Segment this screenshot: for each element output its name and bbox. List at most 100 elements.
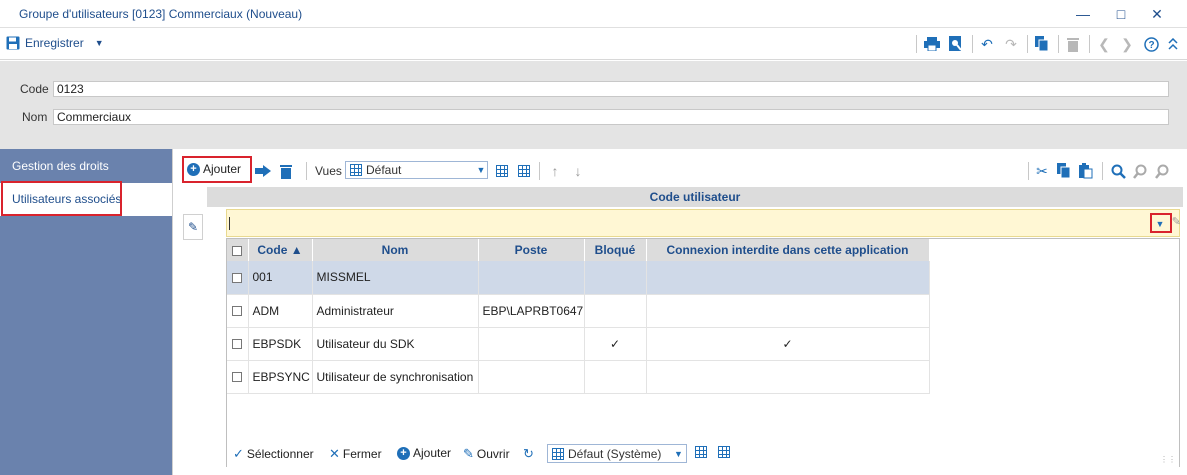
search-next-icon[interactable] bbox=[1153, 162, 1171, 180]
open-button[interactable]: ✎ Ouvrir bbox=[463, 446, 510, 462]
column-header-connexion-interdite[interactable]: Connexion interdite dans cette applicati… bbox=[646, 239, 930, 261]
cell-nom: MISSMEL bbox=[312, 261, 479, 295]
row-checkbox[interactable] bbox=[232, 339, 243, 350]
table-row[interactable]: EBPSYNC Utilisateur de synchronisation bbox=[227, 360, 930, 394]
separator bbox=[1102, 162, 1103, 180]
popup-add-button[interactable]: + Ajouter bbox=[397, 446, 451, 460]
pencil-icon: ✎ bbox=[463, 446, 474, 461]
highlight-frame bbox=[1, 181, 122, 216]
column-code-label: Code bbox=[257, 243, 288, 257]
separator bbox=[1028, 162, 1029, 180]
code-field[interactable]: 0123 bbox=[53, 81, 1169, 97]
cell-bloque bbox=[584, 360, 647, 394]
table-row[interactable]: 001 MISSMEL bbox=[227, 261, 930, 295]
redo-icon[interactable]: ↷ bbox=[1003, 36, 1019, 52]
select-button[interactable]: ✓ Sélectionner bbox=[233, 446, 314, 462]
column-header-code-utilisateur[interactable]: Code utilisateur bbox=[207, 187, 1183, 207]
cell-connexion bbox=[646, 261, 930, 295]
table-layout-icon[interactable] bbox=[515, 162, 533, 180]
cell-code: 001 bbox=[248, 261, 313, 295]
views-select[interactable]: Défaut ▼ bbox=[345, 161, 488, 179]
column-header-nom[interactable]: Nom bbox=[312, 239, 479, 261]
highlight-frame bbox=[1150, 213, 1172, 233]
row-checkbox[interactable] bbox=[232, 306, 243, 317]
row-checkbox[interactable] bbox=[232, 273, 243, 284]
scissors-icon[interactable]: ✂ bbox=[1033, 162, 1051, 180]
save-label: Enregistrer bbox=[25, 36, 84, 50]
refresh-button[interactable]: ↻ bbox=[523, 446, 534, 462]
check-icon: ✓ bbox=[782, 336, 793, 351]
close-button[interactable]: ✕ bbox=[1142, 4, 1172, 24]
cell-nom: Utilisateur du SDK bbox=[312, 327, 479, 361]
separator bbox=[1027, 35, 1028, 53]
plus-circle-icon: + bbox=[397, 446, 410, 460]
sort-ascending-icon: ▲ bbox=[290, 243, 303, 257]
cell-code: EBPSYNC bbox=[248, 360, 313, 394]
minimize-button[interactable]: — bbox=[1068, 4, 1098, 24]
row-checkbox-cell[interactable] bbox=[227, 294, 249, 328]
popup-footer: ✓ Sélectionner ✕ Fermer + Ajouter ✎ Ouvr… bbox=[227, 439, 1179, 467]
cell-bloque bbox=[584, 261, 647, 295]
cell-poste bbox=[478, 327, 585, 361]
title-bar: Groupe d'utilisateurs [0123] Commerciaux… bbox=[0, 0, 1187, 28]
resize-grip-icon[interactable]: ⋮⋮ bbox=[1160, 455, 1176, 464]
help-icon[interactable]: ? bbox=[1143, 36, 1159, 52]
save-button[interactable]: Enregistrer ▼ bbox=[6, 36, 104, 50]
delete-icon[interactable] bbox=[1065, 36, 1081, 52]
select-label: Sélectionner bbox=[246, 447, 314, 461]
popup-view-select[interactable]: Défaut (Système) ▼ bbox=[547, 444, 687, 463]
column-header-code[interactable]: Code ▲ bbox=[248, 239, 313, 261]
select-all-header[interactable] bbox=[227, 239, 249, 261]
row-checkbox-cell[interactable] bbox=[227, 360, 249, 394]
save-dropdown-icon[interactable]: ▼ bbox=[95, 38, 104, 48]
chevron-down-icon[interactable]: ▼ bbox=[674, 449, 686, 459]
table-settings-button[interactable] bbox=[695, 446, 707, 458]
views-dropdown-icon[interactable]: ▼ bbox=[475, 162, 487, 178]
maximize-button[interactable]: □ bbox=[1106, 4, 1136, 24]
views-selected-value: Défaut bbox=[366, 163, 402, 177]
user-picker-popup: Code ▲ Nom Poste Bloqué Connexion interd… bbox=[226, 238, 1180, 467]
nom-label: Nom bbox=[22, 110, 48, 124]
separator bbox=[972, 35, 973, 53]
column-header-bloque[interactable]: Bloqué bbox=[584, 239, 647, 261]
search-previous-icon[interactable] bbox=[1131, 162, 1149, 180]
expand-icon[interactable] bbox=[1165, 36, 1181, 52]
search-icon[interactable] bbox=[1109, 162, 1127, 180]
table-settings-icon[interactable] bbox=[493, 162, 511, 180]
print-preview-icon[interactable] bbox=[948, 36, 964, 52]
duplicate-icon[interactable] bbox=[1034, 36, 1050, 52]
next-icon[interactable]: ❯ bbox=[1119, 36, 1135, 52]
row-checkbox[interactable] bbox=[232, 372, 243, 383]
undo-icon[interactable]: ↶ bbox=[979, 36, 995, 52]
nom-field[interactable]: Commerciaux bbox=[53, 109, 1169, 125]
code-utilisateur-input[interactable]: ▼ ✎ bbox=[226, 209, 1181, 237]
cell-connexion bbox=[646, 360, 930, 394]
main-content: + Ajouter Vues Défaut ▼ ↑ ↓ ✂ Code utili… bbox=[172, 149, 1187, 475]
move-down-icon[interactable]: ↓ bbox=[569, 162, 587, 180]
popup-add-label: Ajouter bbox=[413, 446, 452, 460]
column-header-poste[interactable]: Poste bbox=[478, 239, 585, 261]
cell-poste: EBP\LAPRBT0647 bbox=[478, 294, 585, 328]
select-all-checkbox[interactable] bbox=[232, 245, 243, 256]
cell-bloque bbox=[584, 294, 647, 328]
table-layout-button[interactable] bbox=[718, 446, 730, 458]
row-checkbox-cell[interactable] bbox=[227, 327, 249, 361]
paste-icon[interactable] bbox=[1077, 162, 1095, 180]
print-icon[interactable] bbox=[924, 36, 940, 52]
grid-view-icon bbox=[350, 164, 362, 176]
row-checkbox-cell[interactable] bbox=[227, 261, 249, 295]
table-settings-icon bbox=[695, 446, 707, 458]
move-up-icon[interactable]: ↑ bbox=[546, 162, 564, 180]
table-row[interactable]: EBPSDK Utilisateur du SDK ✓ ✓ bbox=[227, 327, 930, 361]
arrow-right-icon[interactable] bbox=[254, 162, 272, 180]
table-row[interactable]: ADM Administrateur EBP\LAPRBT0647 bbox=[227, 294, 930, 328]
cell-nom: Utilisateur de synchronisation bbox=[312, 360, 479, 394]
trash-icon[interactable] bbox=[277, 162, 295, 180]
nav-item-gestion-des-droits[interactable]: Gestion des droits bbox=[0, 150, 172, 183]
edit-row-icon[interactable]: ✎ bbox=[183, 214, 203, 240]
floppy-disk-icon bbox=[6, 36, 20, 50]
svg-text:?: ? bbox=[1148, 40, 1154, 51]
previous-icon[interactable]: ❮ bbox=[1096, 36, 1112, 52]
copy-icon[interactable] bbox=[1055, 162, 1073, 180]
close-popup-button[interactable]: ✕ Fermer bbox=[329, 446, 382, 462]
